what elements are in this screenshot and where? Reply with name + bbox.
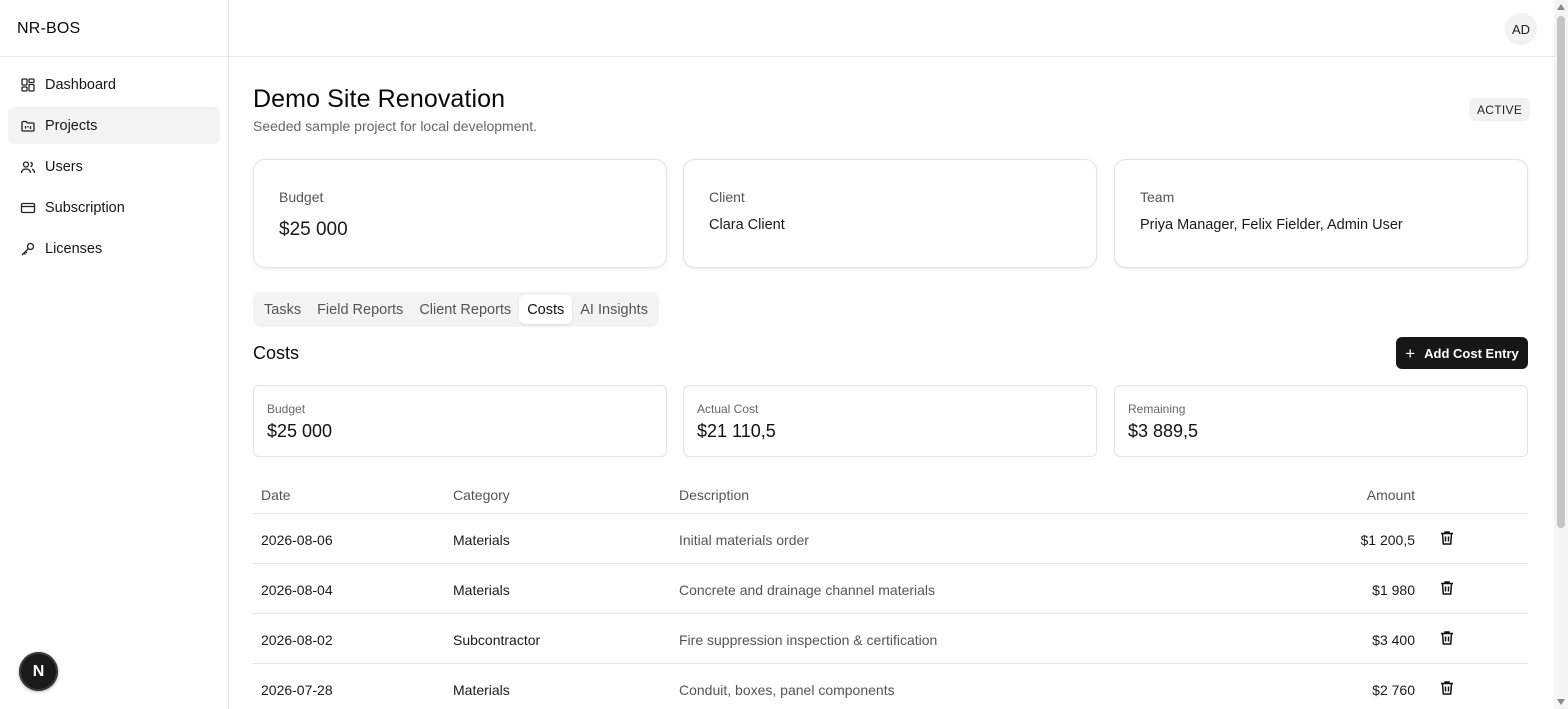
team-card-label: Team bbox=[1140, 189, 1175, 205]
folder-kanban-icon bbox=[20, 118, 36, 134]
brand-logo[interactable]: NR-BOS bbox=[17, 20, 80, 38]
cell-date: 2026-08-02 bbox=[261, 632, 333, 648]
trash-icon[interactable] bbox=[1438, 629, 1456, 647]
remaining-value: $3 889,5 bbox=[1128, 421, 1199, 441]
sidebar-item-label: Users bbox=[45, 158, 83, 175]
remaining-card: Remaining $3 889,5 bbox=[1114, 385, 1528, 457]
cell-description: Initial materials order bbox=[679, 532, 809, 548]
cell-description: Fire suppression inspection & certificat… bbox=[679, 632, 938, 648]
topbar: AD bbox=[229, 0, 1554, 57]
cell-category: Materials bbox=[453, 582, 510, 598]
status-badge: ACTIVE bbox=[1469, 98, 1531, 121]
tab-field-reports[interactable]: Field Reports bbox=[309, 295, 411, 324]
sidebar-item-licenses[interactable]: Licenses bbox=[8, 230, 220, 267]
budget-card-label: Budget bbox=[279, 189, 324, 205]
actual-cost-label: Actual Cost bbox=[697, 402, 759, 416]
cell-category: Subcontractor bbox=[453, 632, 541, 648]
cell-description: Conduit, boxes, panel components bbox=[679, 682, 895, 698]
table-header: Date Category Description Amount bbox=[253, 476, 1528, 514]
budget-summary-label: Budget bbox=[267, 402, 306, 416]
sidebar: NR-BOS Dashboard Projects Users Subscrip… bbox=[0, 0, 229, 709]
tab-ai-insights[interactable]: AI Insights bbox=[572, 295, 656, 324]
cell-description: Concrete and drainage channel materials bbox=[679, 582, 936, 598]
table-row: 2026-08-06 Materials Initial materials o… bbox=[253, 514, 1528, 564]
client-card-value: Clara Client bbox=[709, 217, 785, 233]
sidebar-item-projects[interactable]: Projects bbox=[8, 107, 220, 144]
actual-cost-value: $21 110,5 bbox=[697, 421, 776, 441]
plus-icon: + bbox=[1405, 343, 1416, 363]
cell-amount: $1 980 bbox=[1372, 582, 1415, 598]
table-row: 2026-08-02 Subcontractor Fire suppressio… bbox=[253, 614, 1528, 664]
client-card: Client Clara Client bbox=[683, 159, 1097, 268]
page-title: Demo Site Renovation bbox=[253, 85, 506, 113]
sidebar-item-label: Subscription bbox=[45, 199, 125, 216]
cell-amount: $2 760 bbox=[1372, 682, 1415, 698]
sidebar-nav: Dashboard Projects Users Subscription Li… bbox=[8, 66, 220, 271]
trash-icon[interactable] bbox=[1438, 529, 1456, 547]
scrollbar-thumb[interactable] bbox=[1557, 16, 1565, 528]
page-subtitle: Seeded sample project for local developm… bbox=[253, 118, 538, 134]
users-icon bbox=[20, 159, 36, 175]
scroll-down-arrow-icon[interactable] bbox=[1557, 699, 1565, 705]
column-header-description[interactable]: Description bbox=[679, 487, 749, 503]
tab-tasks[interactable]: Tasks bbox=[256, 295, 309, 324]
cell-amount: $3 400 bbox=[1372, 632, 1415, 648]
table-row: 2026-07-28 Materials Conduit, boxes, pan… bbox=[253, 664, 1528, 709]
credit-card-icon bbox=[20, 200, 36, 216]
column-header-category[interactable]: Category bbox=[453, 487, 510, 503]
scroll-up-arrow-icon[interactable] bbox=[1557, 4, 1565, 10]
sidebar-item-users[interactable]: Users bbox=[8, 148, 220, 185]
sidebar-item-dashboard[interactable]: Dashboard bbox=[8, 66, 220, 103]
cell-category: Materials bbox=[453, 682, 510, 698]
client-card-label: Client bbox=[709, 189, 745, 205]
cell-date: 2026-08-04 bbox=[261, 582, 333, 598]
cell-amount: $1 200,5 bbox=[1360, 532, 1416, 548]
table-row: 2026-08-04 Materials Concrete and draina… bbox=[253, 564, 1528, 614]
project-tabs: Tasks Field Reports Client Reports Costs… bbox=[253, 292, 659, 327]
avatar[interactable]: AD bbox=[1505, 13, 1537, 45]
column-header-amount[interactable]: Amount bbox=[1367, 487, 1415, 503]
tab-costs[interactable]: Costs bbox=[519, 295, 573, 324]
dev-tools-badge[interactable]: N bbox=[19, 652, 58, 691]
key-icon bbox=[20, 241, 36, 257]
budget-card: Budget $25 000 bbox=[253, 159, 667, 268]
trash-icon[interactable] bbox=[1438, 579, 1456, 597]
scrollbar[interactable] bbox=[1554, 0, 1568, 709]
column-header-date[interactable]: Date bbox=[261, 487, 291, 503]
actual-cost-card: Actual Cost $21 110,5 bbox=[683, 385, 1097, 457]
costs-table: Date Category Description Amount 2026-08… bbox=[253, 476, 1528, 709]
budget-summary-value: $25 000 bbox=[267, 421, 333, 441]
budget-summary-card: Budget $25 000 bbox=[253, 385, 667, 457]
add-cost-entry-button[interactable]: + Add Cost Entry bbox=[1396, 337, 1528, 369]
sidebar-item-subscription[interactable]: Subscription bbox=[8, 189, 220, 226]
costs-section-title: Costs bbox=[253, 343, 300, 363]
team-card-value: Priya Manager, Felix Fielder, Admin User bbox=[1140, 217, 1403, 233]
tab-client-reports[interactable]: Client Reports bbox=[411, 295, 519, 324]
cell-category: Materials bbox=[453, 532, 510, 548]
sidebar-item-label: Projects bbox=[45, 117, 98, 134]
add-cost-entry-label: Add Cost Entry bbox=[1424, 345, 1519, 361]
brand-divider bbox=[0, 56, 228, 57]
team-card: Team Priya Manager, Felix Fielder, Admin… bbox=[1114, 159, 1528, 268]
dashboard-icon bbox=[20, 77, 36, 93]
remaining-label: Remaining bbox=[1128, 402, 1186, 416]
cell-date: 2026-07-28 bbox=[261, 682, 333, 698]
cell-date: 2026-08-06 bbox=[261, 532, 333, 548]
trash-icon[interactable] bbox=[1438, 679, 1456, 697]
budget-card-value: $25 000 bbox=[279, 219, 348, 240]
sidebar-item-label: Licenses bbox=[45, 240, 103, 257]
sidebar-item-label: Dashboard bbox=[45, 76, 116, 93]
